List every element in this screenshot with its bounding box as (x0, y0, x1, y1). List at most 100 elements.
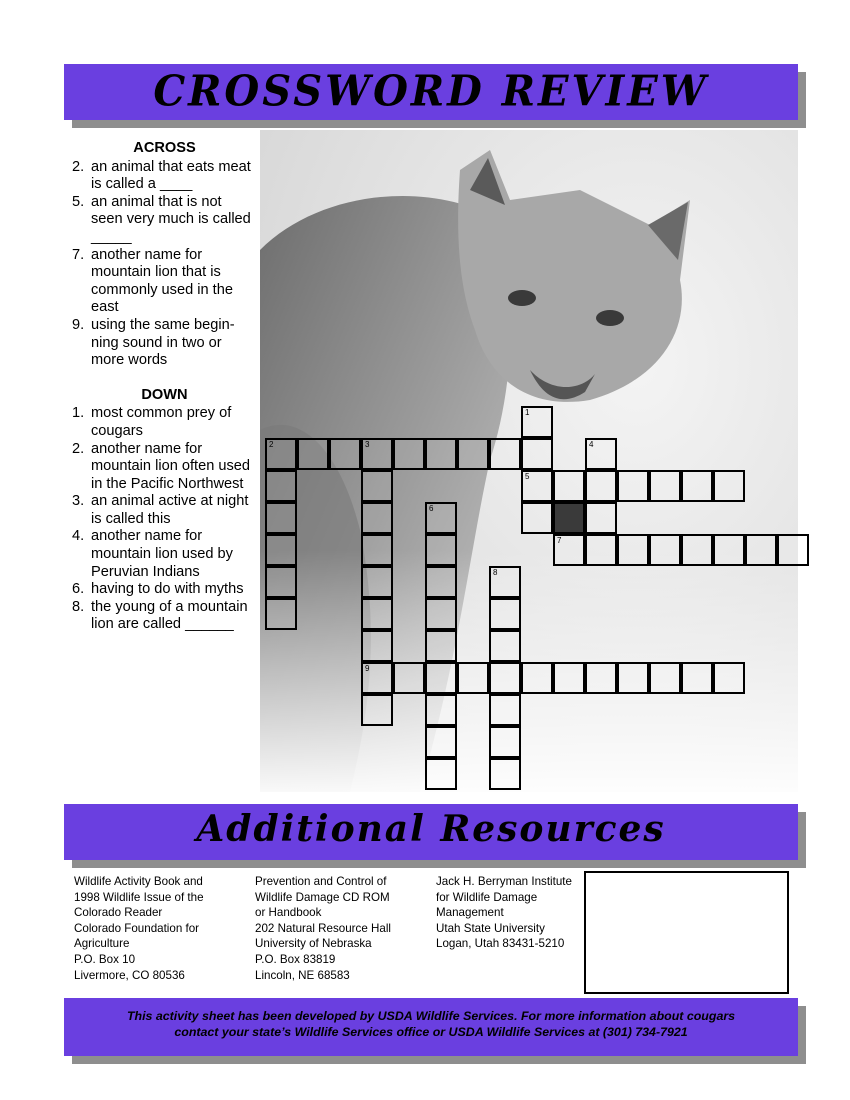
crossword-cell[interactable] (777, 534, 809, 566)
resource-line: 202 Natural Resource Hall (255, 921, 391, 935)
crossword-cell[interactable] (681, 662, 713, 694)
crossword-cell[interactable] (265, 598, 297, 630)
crossword-cell[interactable] (457, 662, 489, 694)
crossword-cell[interactable] (489, 694, 521, 726)
clue-number-label: 5 (525, 472, 530, 481)
crossword-cell[interactable] (265, 470, 297, 502)
crossword-cell[interactable] (361, 694, 393, 726)
resource-line: Agriculture (74, 937, 130, 951)
resource-column-2: Prevention and Control of Wildlife Damag… (255, 874, 391, 983)
clue-number-label: 1 (525, 408, 530, 417)
resources-title: Additional Resources (196, 808, 666, 850)
clue-number-label: 2 (269, 440, 274, 449)
crossword-cell[interactable] (425, 726, 457, 758)
crossword-cell[interactable] (425, 598, 457, 630)
resource-line: Jack H. Berryman Institute (436, 875, 572, 888)
crossword-cell[interactable] (425, 566, 457, 598)
crossword-cell[interactable] (297, 438, 329, 470)
resource-line: Utah State University (436, 921, 545, 935)
crossword-cell[interactable] (489, 598, 521, 630)
crossword-cell[interactable] (553, 470, 585, 502)
clue-text: another name for mountain lion that is c… (91, 246, 233, 316)
crossword-cell[interactable] (361, 470, 393, 502)
clue-number: 1. (72, 405, 85, 422)
crossword-cell[interactable] (489, 630, 521, 662)
crossword-cell[interactable] (681, 470, 713, 502)
clue-number: 4. (72, 528, 85, 545)
clue-number: 5. (72, 193, 85, 210)
crossword-cell[interactable] (425, 694, 457, 726)
crossword-cell[interactable] (745, 534, 777, 566)
clue-number: 2. (72, 440, 85, 457)
crossword-cell[interactable] (329, 438, 361, 470)
resource-line: 1998 Wildlife Issue of the (74, 890, 204, 904)
clue-number: 6. (72, 581, 85, 598)
crossword-cell[interactable] (425, 662, 457, 694)
crossword-cell[interactable] (521, 438, 553, 470)
crossword-cell[interactable] (361, 598, 393, 630)
crossword-cell[interactable] (649, 534, 681, 566)
crossword-cell[interactable] (425, 758, 457, 790)
crossword-cell[interactable] (457, 438, 489, 470)
crossword-cell[interactable] (265, 566, 297, 598)
crossword-cell[interactable] (585, 534, 617, 566)
crossword-cell[interactable] (649, 470, 681, 502)
clues-panel: ACROSS 2. an animal that eats meat is cal… (72, 138, 257, 634)
crossword-cell[interactable] (585, 502, 617, 534)
crossword-cell[interactable] (393, 662, 425, 694)
crossword-cell[interactable] (617, 470, 649, 502)
crossword-cell[interactable] (265, 534, 297, 566)
crossword-cell[interactable] (713, 534, 745, 566)
crossword-cell[interactable] (553, 662, 585, 694)
crossword-cell[interactable] (713, 662, 745, 694)
clue-number-label: 9 (365, 664, 370, 673)
crossword-cell[interactable] (521, 662, 553, 694)
empty-box (584, 871, 789, 994)
resource-line: Management (436, 906, 504, 920)
down-clue: 4. another name for mountain lion used by… (72, 528, 257, 581)
across-clue: 5. an animal that is not seen very much i… (72, 194, 257, 247)
crossword-cell[interactable] (649, 662, 681, 694)
crossword-cell[interactable] (265, 502, 297, 534)
crossword-cell[interactable] (361, 630, 393, 662)
crossword-cell[interactable] (393, 438, 425, 470)
crossword-cell[interactable] (681, 534, 713, 566)
crossword-cell[interactable] (361, 502, 393, 534)
down-heading: DOWN (141, 386, 188, 403)
crossword-black-cell (553, 502, 585, 534)
footer-line-2: contact your state’s Wildlife Services o… (174, 1025, 688, 1039)
clue-text: an animal that eats meat is called a ___… (91, 158, 251, 193)
clue-text: another name for mountain lion used by P… (91, 528, 233, 580)
crossword-cell[interactable] (425, 438, 457, 470)
crossword-cell[interactable] (489, 662, 521, 694)
clue-text: an animal that is not seen very much is … (91, 193, 251, 245)
clue-text: having to do with myths (91, 581, 244, 598)
clue-number-label: 6 (429, 504, 434, 513)
clue-text: an animal active at night is called this (91, 493, 249, 527)
resource-line: University of Nebraska (255, 937, 372, 951)
down-clue: 8. the young of a mountain lion are calle… (72, 599, 257, 634)
crossword-cell[interactable] (361, 566, 393, 598)
resource-line: Wildlife Damage CD ROM (255, 890, 390, 904)
crossword-cell[interactable] (617, 534, 649, 566)
crossword-cell[interactable] (361, 534, 393, 566)
crossword-cell[interactable] (425, 534, 457, 566)
resource-line: Colorado Reader (74, 906, 163, 920)
clue-number: 7. (72, 246, 85, 263)
crossword-cell[interactable] (489, 726, 521, 758)
resources-banner: Additional Resources (64, 804, 798, 860)
crossword-cell[interactable] (585, 662, 617, 694)
crossword-cell[interactable] (489, 438, 521, 470)
crossword-cell[interactable] (713, 470, 745, 502)
resource-line: or Handbook (255, 906, 322, 920)
clue-text: the young of a mountain lion are called … (91, 598, 248, 633)
crossword-cell[interactable] (617, 662, 649, 694)
crossword-cell[interactable] (521, 502, 553, 534)
crossword-cell[interactable] (489, 758, 521, 790)
crossword-cell[interactable] (585, 470, 617, 502)
down-clue: 6. having to do with myths (72, 581, 257, 599)
resource-line: P.O. Box 10 (74, 952, 136, 966)
crossword-cell[interactable] (425, 630, 457, 662)
resource-line: Prevention and Control of (255, 875, 387, 888)
resource-column-1: Wildlife Activity Book and 1998 Wildlife… (74, 874, 204, 983)
